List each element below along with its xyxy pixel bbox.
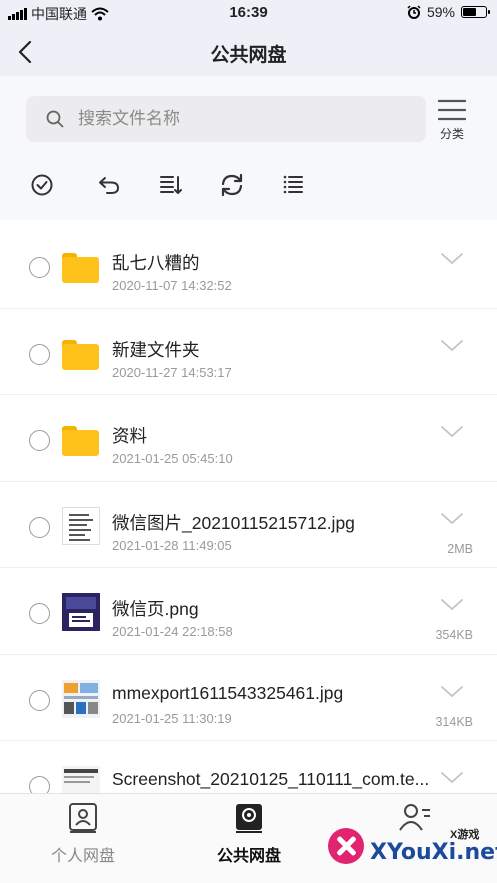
file-size: 314KB bbox=[435, 714, 473, 729]
chevron-left-icon bbox=[18, 40, 32, 64]
file-date: 2021-01-24 22:18:58 bbox=[112, 624, 233, 639]
chevron-down-icon[interactable] bbox=[440, 252, 464, 266]
search-input[interactable] bbox=[78, 109, 398, 129]
watermark-text: XYouXi.net bbox=[370, 840, 497, 865]
alarm-icon bbox=[407, 5, 421, 19]
undo-button[interactable] bbox=[96, 172, 122, 198]
select-radio[interactable] bbox=[29, 689, 50, 711]
image-thumbnail bbox=[62, 506, 100, 545]
file-date: 2020-11-07 14:32:52 bbox=[112, 278, 232, 293]
select-radio[interactable] bbox=[29, 430, 50, 451]
file-name: 微信图片_20210115215712.jpg bbox=[112, 512, 355, 533]
status-bar: 中国联通 16:39 59% bbox=[0, 0, 497, 28]
undo-icon bbox=[99, 177, 120, 194]
file-date: 2021-01-28 11:49:05 bbox=[112, 537, 232, 553]
folder-icon bbox=[62, 253, 99, 283]
chevron-down-icon[interactable] bbox=[440, 598, 464, 612]
file-date: 2021-01-25 05:45:10 bbox=[112, 451, 233, 466]
file-row[interactable]: 新建文件夹 2020-11-27 14:53:17 bbox=[0, 308, 497, 395]
chevron-down-icon[interactable] bbox=[440, 339, 464, 353]
image-thumbnail bbox=[62, 593, 100, 631]
file-list: 乱七八糟的 2020-11-07 14:32:52 新建文件夹 2020-11-… bbox=[0, 222, 497, 828]
select-radio[interactable] bbox=[29, 343, 50, 365]
select-radio[interactable] bbox=[29, 603, 50, 624]
refresh-icon bbox=[221, 173, 243, 197]
select-radio[interactable] bbox=[29, 516, 50, 538]
file-size: 354KB bbox=[435, 628, 473, 642]
category-label: 分类 bbox=[439, 127, 464, 141]
search-area: 分类 bbox=[0, 76, 497, 156]
status-right: 59% bbox=[407, 4, 490, 20]
select-all-button[interactable] bbox=[29, 172, 55, 198]
sort-icon bbox=[160, 176, 182, 194]
file-date: 2020-11-27 14:53:17 bbox=[112, 364, 232, 380]
file-size: 2MB bbox=[447, 541, 473, 556]
search-box[interactable] bbox=[26, 96, 426, 142]
personal-drive-icon bbox=[69, 803, 97, 833]
folder-icon bbox=[62, 339, 99, 370]
file-row[interactable]: 资料 2021-01-25 05:45:10 bbox=[0, 395, 497, 482]
chevron-down-icon[interactable] bbox=[440, 425, 464, 439]
gamepad-icon bbox=[328, 828, 364, 864]
check-circle-icon bbox=[31, 174, 53, 196]
back-button[interactable] bbox=[12, 38, 40, 66]
tab-label: 个人网盘 bbox=[50, 848, 115, 865]
image-thumbnail bbox=[62, 679, 100, 718]
file-name: 微信页.png bbox=[112, 599, 199, 619]
file-name: 乱七八糟的 bbox=[112, 253, 200, 273]
chevron-down-icon[interactable] bbox=[440, 685, 464, 699]
file-date: 2021-01-25 11:30:19 bbox=[112, 710, 232, 726]
select-radio[interactable] bbox=[29, 257, 50, 278]
category-button[interactable]: 分类 bbox=[436, 98, 468, 142]
page-title: 公共网盘 bbox=[210, 45, 287, 66]
chevron-down-icon[interactable] bbox=[440, 512, 464, 526]
file-row[interactable]: 微信图片_20210115215712.jpg 2021-01-28 11:49… bbox=[0, 481, 497, 568]
menu-icon bbox=[438, 99, 466, 121]
file-row[interactable]: mmexport1611543325461.jpg 2021-01-25 11:… bbox=[0, 654, 497, 741]
chevron-down-icon[interactable] bbox=[440, 771, 464, 785]
battery-icon bbox=[461, 6, 490, 18]
tab-personal-drive[interactable]: 个人网盘 bbox=[0, 802, 166, 866]
nav-bar: 公共网盘 bbox=[0, 28, 497, 76]
file-name: 新建文件夹 bbox=[112, 339, 200, 360]
file-row[interactable]: 微信页.png 2021-01-24 22:18:58 354KB bbox=[0, 568, 497, 655]
battery-percent: 59% bbox=[426, 4, 455, 20]
file-name: mmexport1611543325461.jpg bbox=[112, 682, 344, 703]
list-view-button[interactable] bbox=[281, 172, 307, 198]
toolbar bbox=[0, 156, 497, 220]
folder-icon bbox=[62, 426, 99, 456]
battery-level bbox=[463, 8, 476, 16]
file-name: 资料 bbox=[112, 426, 147, 446]
watermark-logo: X游戏 XYouXi.net bbox=[326, 826, 497, 874]
tab-label: 公共网盘 bbox=[216, 848, 281, 865]
tab-public-drive[interactable]: 公共网盘 bbox=[166, 802, 332, 866]
public-drive-icon bbox=[236, 804, 262, 833]
sort-button[interactable] bbox=[158, 172, 184, 198]
refresh-button[interactable] bbox=[219, 172, 245, 198]
search-icon bbox=[46, 110, 64, 128]
file-row[interactable]: 乱七八糟的 2020-11-07 14:32:52 bbox=[0, 222, 497, 309]
list-icon bbox=[283, 175, 303, 194]
file-name: Screenshot_20210125_110111_com.te... bbox=[112, 769, 430, 789]
